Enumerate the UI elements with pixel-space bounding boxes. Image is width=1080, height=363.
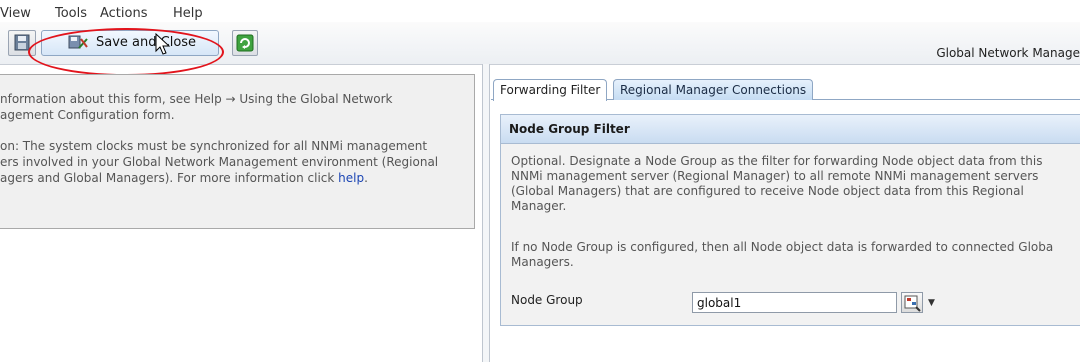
info-line-5: agers and Global Managers). For more inf… (0, 170, 470, 186)
info-line-1: nformation about this form, see Help → U… (0, 92, 393, 106)
window-title: Global Network Manage (936, 46, 1080, 60)
description-line: If no Node Group is configured, then all… (511, 240, 1054, 254)
refresh-icon (236, 34, 254, 52)
menu-tools[interactable]: Tools (55, 6, 87, 21)
save-and-close-button[interactable]: Save and Close (41, 30, 219, 56)
lookup-icon (904, 295, 921, 312)
menu-bar: View Tools Actions Help (0, 0, 1080, 22)
menu-view[interactable]: View (0, 6, 31, 21)
save-button[interactable] (8, 30, 36, 56)
section-header: Node Group Filter (501, 115, 1080, 144)
floppy-disk-icon (14, 34, 30, 51)
refresh-button[interactable] (232, 30, 258, 56)
description-line: Managers. (511, 255, 574, 269)
info-panel: nformation about this form, see Help → U… (0, 74, 475, 229)
info-line-3: on: The system clocks must be synchroniz… (0, 139, 428, 153)
panel-splitter[interactable] (482, 64, 490, 362)
menu-help[interactable]: Help (173, 6, 203, 21)
tab-regional-manager-connections[interactable]: Regional Manager Connections (613, 79, 814, 100)
lookup-button[interactable] (901, 292, 923, 313)
help-link[interactable]: help (338, 171, 364, 185)
node-group-filter-section: Node Group Filter Optional. Designate a … (500, 114, 1080, 326)
description-line: (Global Managers) that are configured to… (511, 184, 1024, 198)
description-line: NNMi management server (Regional Manager… (511, 169, 1039, 183)
chevron-down-icon[interactable]: ▼ (928, 298, 935, 308)
info-line-2: agement Configuration form. (0, 108, 175, 122)
description-line: Manager. (511, 199, 567, 213)
tab-forwarding-filter[interactable]: Forwarding Filter (493, 79, 608, 101)
node-group-input[interactable]: global1 (692, 292, 897, 313)
save-close-icon (67, 34, 89, 55)
info-line-4: ers involved in your Global Network Mana… (0, 155, 439, 169)
info-line-5-text: agers and Global Managers). For more inf… (0, 171, 339, 185)
description-line: Optional. Designate a Node Group as the … (511, 154, 1043, 168)
menu-actions[interactable]: Actions (100, 6, 148, 21)
save-and-close-label: Save and Close (96, 35, 197, 50)
node-group-label: Node Group (511, 293, 583, 307)
section-title: Node Group Filter (509, 122, 630, 136)
info-line-5-end: . (364, 171, 368, 185)
mouse-cursor-icon (155, 33, 171, 55)
